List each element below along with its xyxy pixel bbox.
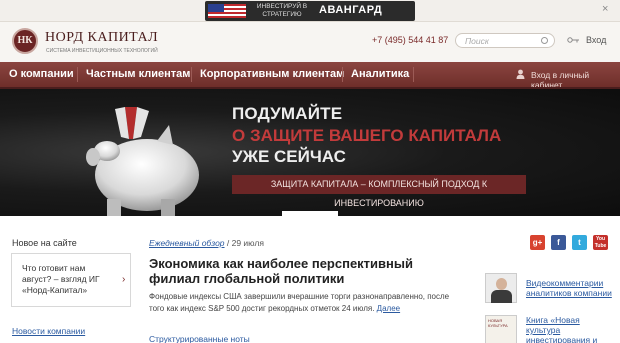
nav-item-corporate[interactable]: Корпоративным клиентам [200, 68, 344, 80]
breadcrumb-date: / 29 июля [224, 238, 264, 248]
book-link[interactable]: Книга «Новая культура инвестирования и [526, 315, 616, 343]
nav-divider [191, 67, 192, 82]
key-icon [567, 37, 579, 43]
us-flag-icon [208, 4, 246, 18]
nav-divider [413, 67, 414, 82]
twitter-icon[interactable]: t [572, 235, 587, 250]
nav-divider [342, 67, 343, 82]
promo-bar: ИНВЕСТИРУЙ В СТРАТЕГИЮ АВАНГАРД × [0, 0, 620, 22]
nav-item-about[interactable]: О компании [9, 68, 74, 80]
close-icon[interactable]: × [602, 3, 608, 15]
nav-item-private[interactable]: Частным клиентам [86, 68, 190, 80]
breadcrumb: Ежедневный обзор / 29 июля [149, 238, 264, 248]
nav-divider [77, 67, 78, 82]
youtube-icon[interactable]: You Tube [593, 235, 608, 250]
news-card[interactable]: Что готовит нам август? – взгляд ИГ «Нор… [11, 253, 131, 307]
search-placeholder: Поиск [465, 36, 489, 46]
company-news-link[interactable]: Новости компании [12, 326, 85, 336]
banner-heading-3: УЖЕ СЕЙЧАС [232, 147, 346, 166]
search-icon[interactable] [541, 37, 548, 44]
analyst-body [491, 290, 512, 303]
phone-number[interactable]: +7 (495) 544 41 87 [372, 35, 448, 45]
article-body: Фондовые индексы США завершили вчерашние… [149, 292, 450, 313]
structured-notes-link[interactable]: Структурированные ноты [149, 334, 250, 343]
logo-name[interactable]: НОРД КАПИТАЛ [45, 30, 158, 46]
article-text: Фондовые индексы США завершили вчерашние… [149, 291, 464, 315]
login-link[interactable]: Вход [586, 35, 606, 45]
hero-banner[interactable]: ПОДУМАЙТЕ О ЗАЩИТЕ ВАШЕГО КАПИТАЛА УЖЕ С… [0, 87, 620, 216]
banner-heading-2: О ЗАЩИТЕ ВАШЕГО КАПИТАЛА [232, 126, 502, 145]
analyst-face [496, 278, 507, 290]
banner-heading-1: ПОДУМАЙТЕ [232, 104, 343, 123]
main-nav: О компании Частным клиентам Корпоративны… [0, 62, 620, 90]
piggy-bank-image [86, 107, 199, 216]
daily-review-link[interactable]: Ежедневный обзор [149, 238, 225, 248]
book-cover-image[interactable]: НОВАЯ КУЛЬТУРА [485, 315, 517, 343]
google-plus-icon[interactable]: g+ [530, 235, 545, 250]
video-thumbnail[interactable] [485, 273, 517, 303]
user-icon [516, 69, 525, 79]
search-input[interactable]: Поиск [455, 33, 555, 48]
news-card-text[interactable]: Что готовит нам август? – взгляд ИГ «Нор… [22, 263, 117, 296]
banner-cta-button[interactable]: ЗАЩИТА КАПИТАЛА – КОМПЛЕКСНЫЙ ПОДХОД К И… [232, 175, 526, 208]
logo-tagline: СИСТЕМА ИНВЕСТИЦИОННЫХ ТЕХНОЛОГИЙ [46, 48, 158, 54]
promo-text: ИНВЕСТИРУЙ В СТРАТЕГИЮ [256, 3, 308, 18]
video-comments-link[interactable]: Видеокомментарии аналитиков компании [526, 278, 616, 298]
banner-pager[interactable] [282, 211, 338, 216]
banner-top-strip [0, 87, 620, 89]
site-header: НК НОРД КАПИТАЛ СИСТЕМА ИНВЕСТИЦИОННЫХ Т… [0, 22, 620, 62]
promo-banner-link[interactable]: ИНВЕСТИРУЙ В СТРАТЕГИЮ АВАНГАРД [205, 1, 415, 21]
promo-brand: АВАНГАРД [319, 4, 383, 16]
chevron-right-icon[interactable]: › [122, 274, 125, 285]
sidebar-title: Новое на сайте [12, 238, 77, 248]
facebook-icon[interactable]: f [551, 235, 566, 250]
article-title[interactable]: Экономика как наиболее перспективный фил… [149, 256, 449, 286]
read-more-link[interactable]: Далее [377, 304, 400, 313]
nav-item-analytics[interactable]: Аналитика [351, 68, 409, 80]
logo-icon[interactable]: НК [12, 28, 38, 54]
